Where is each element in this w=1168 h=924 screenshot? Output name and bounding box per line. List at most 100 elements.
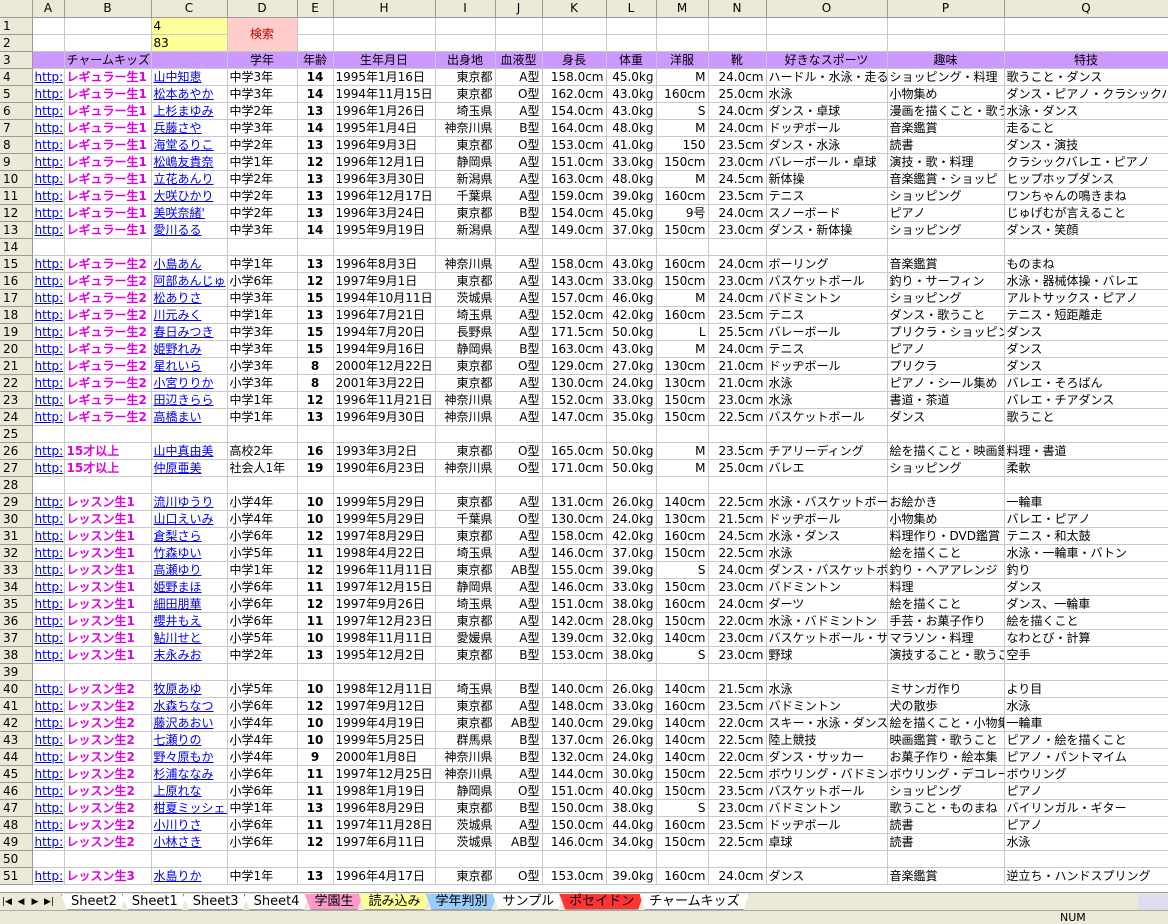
clothes-size-cell[interactable]: S: [656, 646, 709, 664]
hobby-cell[interactable]: 音楽鑑賞・ショッピ: [887, 170, 1005, 188]
blood-type-cell[interactable]: A型: [495, 102, 543, 120]
row-header[interactable]: 12: [0, 204, 33, 222]
skill-cell[interactable]: ダンス: [1004, 323, 1168, 341]
height-cell[interactable]: 152.0cm: [542, 391, 607, 409]
weight-cell[interactable]: 46.0kg: [606, 289, 657, 307]
birthplace-cell[interactable]: 千葉県: [435, 187, 496, 205]
cell[interactable]: [435, 17, 496, 35]
birthday-cell[interactable]: 2000年1月8日: [333, 748, 436, 766]
birthplace-cell[interactable]: 東京都: [435, 136, 496, 154]
sports-cell[interactable]: 卓球: [766, 833, 888, 851]
name-cell[interactable]: 美咲奈緒': [151, 204, 228, 222]
grade-cell[interactable]: [227, 850, 298, 868]
header-weight[interactable]: 体重: [606, 51, 657, 69]
birthday-cell[interactable]: [333, 663, 436, 681]
sports-cell[interactable]: ドッヂボール: [766, 816, 888, 834]
birthplace-cell[interactable]: 神奈川県: [435, 459, 496, 477]
hobby-cell[interactable]: 書道・茶道: [887, 391, 1005, 409]
age-cell[interactable]: 11: [297, 765, 334, 783]
weight-cell[interactable]: 28.0kg: [606, 612, 657, 630]
clothes-size-cell[interactable]: 150cm: [656, 765, 709, 783]
sports-cell[interactable]: [766, 663, 888, 681]
link-cell[interactable]: http:: [32, 680, 65, 698]
clothes-size-cell[interactable]: 160cm: [656, 527, 709, 545]
hobby-cell[interactable]: 料理作り・DVD鑑賞: [887, 527, 1005, 545]
skill-cell[interactable]: ダンス: [1004, 340, 1168, 358]
clothes-size-cell[interactable]: 140cm: [656, 731, 709, 749]
height-cell[interactable]: 143.0cm: [542, 272, 607, 290]
clothes-size-cell[interactable]: 130cm: [656, 357, 709, 375]
birthplace-cell[interactable]: 神奈川県: [435, 408, 496, 426]
group-cell[interactable]: レギュラー生1: [64, 153, 152, 171]
row-header[interactable]: 46: [0, 782, 33, 800]
grade-cell[interactable]: 小学4年: [227, 731, 298, 749]
hobby-cell[interactable]: ピアノ: [887, 204, 1005, 222]
birthplace-cell[interactable]: 東京都: [435, 204, 496, 222]
weight-cell[interactable]: 32.0kg: [606, 629, 657, 647]
group-cell[interactable]: レッスン生1: [64, 544, 152, 562]
header-skill[interactable]: 特技: [1004, 51, 1168, 69]
blood-type-cell[interactable]: A型: [495, 391, 543, 409]
blood-type-cell[interactable]: A型: [495, 306, 543, 324]
grade-cell[interactable]: 小学5年: [227, 629, 298, 647]
row-header[interactable]: 2: [0, 34, 33, 52]
row-header[interactable]: 34: [0, 578, 33, 596]
row-header[interactable]: 27: [0, 459, 33, 477]
birthday-cell[interactable]: 1998年11月11日: [333, 629, 436, 647]
shoe-size-cell[interactable]: 23.0cm: [708, 646, 767, 664]
sheet-tab[interactable]: チャームキッズ: [639, 894, 749, 910]
group-cell[interactable]: レッスン生2: [64, 799, 152, 817]
name-cell[interactable]: 松ありさ: [151, 289, 228, 307]
row-header[interactable]: 16: [0, 272, 33, 290]
blood-type-cell[interactable]: [495, 476, 543, 494]
clothes-size-cell[interactable]: 150cm: [656, 544, 709, 562]
hobby-cell[interactable]: [887, 238, 1005, 256]
birthplace-cell[interactable]: 茨城県: [435, 289, 496, 307]
row-header[interactable]: 11: [0, 187, 33, 205]
birthday-cell[interactable]: [333, 238, 436, 256]
age-cell[interactable]: 8: [297, 357, 334, 375]
height-cell[interactable]: 130.0cm: [542, 374, 607, 392]
birthplace-cell[interactable]: 埼玉県: [435, 680, 496, 698]
blood-type-cell[interactable]: B型: [495, 646, 543, 664]
name-cell[interactable]: [151, 425, 228, 443]
group-cell[interactable]: レッスン生1: [64, 510, 152, 528]
name-cell[interactable]: 山中真由美: [151, 442, 228, 460]
cell[interactable]: [297, 34, 334, 52]
link-cell[interactable]: http:: [32, 255, 65, 273]
birthplace-cell[interactable]: 茨城県: [435, 833, 496, 851]
grade-cell[interactable]: 小学5年: [227, 680, 298, 698]
cell[interactable]: [64, 17, 152, 35]
weight-cell[interactable]: 38.0kg: [606, 646, 657, 664]
age-cell[interactable]: 12: [297, 391, 334, 409]
cell[interactable]: [1004, 34, 1168, 52]
clothes-size-cell[interactable]: M: [656, 459, 709, 477]
birthday-cell[interactable]: [333, 850, 436, 868]
clothes-size-cell[interactable]: M: [656, 68, 709, 86]
shoe-size-cell[interactable]: 23.5cm: [708, 816, 767, 834]
name-cell[interactable]: 姫野まほ: [151, 578, 228, 596]
hobby-cell[interactable]: 読書: [887, 833, 1005, 851]
link-cell[interactable]: http:: [32, 493, 65, 511]
name-cell[interactable]: 倉梨さら: [151, 527, 228, 545]
hobby-cell[interactable]: 絵を描くこと: [887, 544, 1005, 562]
clothes-size-cell[interactable]: 140cm: [656, 714, 709, 732]
column-header[interactable]: M: [656, 0, 709, 18]
age-cell[interactable]: 14: [297, 68, 334, 86]
weight-cell[interactable]: 33.0kg: [606, 578, 657, 596]
birthday-cell[interactable]: 1998年1月19日: [333, 782, 436, 800]
name-cell[interactable]: [151, 238, 228, 256]
weight-cell[interactable]: 39.0kg: [606, 561, 657, 579]
birthday-cell[interactable]: 1995年1月4日: [333, 119, 436, 137]
birthplace-cell[interactable]: 東京都: [435, 612, 496, 630]
birthday-cell[interactable]: 1998年4月22日: [333, 544, 436, 562]
group-cell[interactable]: レッスン生2: [64, 680, 152, 698]
birthday-cell[interactable]: 1997年6月11日: [333, 833, 436, 851]
grade-cell[interactable]: 中学1年: [227, 561, 298, 579]
shoe-size-cell[interactable]: 25.5cm: [708, 323, 767, 341]
row-header[interactable]: 24: [0, 408, 33, 426]
age-cell[interactable]: 12: [297, 561, 334, 579]
link-cell[interactable]: http:: [32, 629, 65, 647]
shoe-size-cell[interactable]: 24.0cm: [708, 204, 767, 222]
hobby-cell[interactable]: お菓子作り・絵本集: [887, 748, 1005, 766]
